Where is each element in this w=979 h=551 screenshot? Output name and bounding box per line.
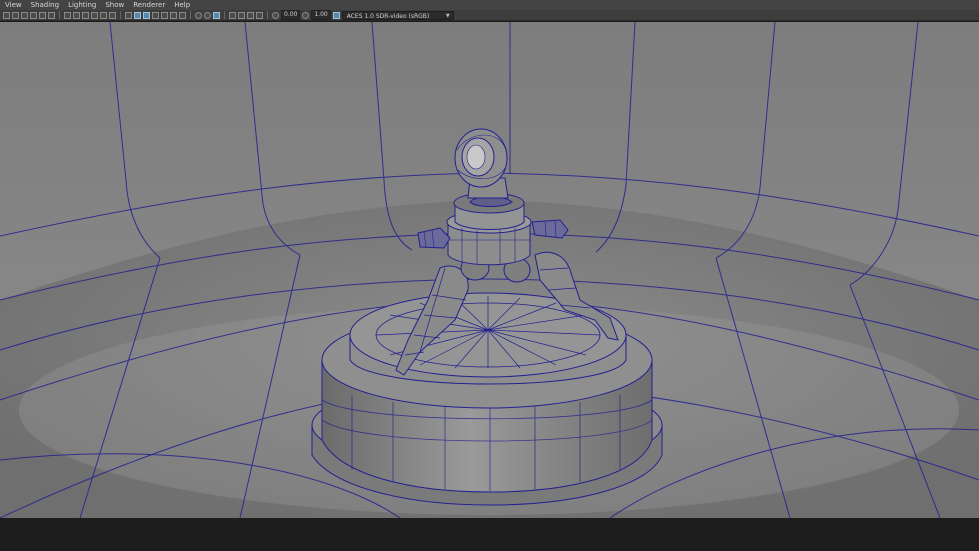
wireframe-icon[interactable]: [125, 11, 132, 19]
exposure-field[interactable]: 0.00: [281, 10, 301, 20]
isolate-icon[interactable]: [229, 11, 236, 19]
lighting-icon[interactable]: [161, 11, 168, 19]
menu-help[interactable]: Help: [169, 0, 194, 10]
color-space-dropdown[interactable]: ACES 1.0 SDR-video (sRGB) ▼: [341, 10, 454, 20]
field-chart-icon[interactable]: [100, 11, 107, 19]
camera-attributes-icon[interactable]: [12, 11, 19, 19]
toolbar-separator: [120, 11, 121, 19]
toolbar-separator: [190, 11, 191, 19]
ambient-occlusion-icon[interactable]: [179, 11, 186, 19]
grease-pencil-icon[interactable]: [48, 11, 55, 19]
chevron-down-icon: ▼: [445, 12, 450, 19]
viewport-menubar: View Shading Lighting Show Renderer Help: [0, 0, 979, 10]
exposure-icon[interactable]: [272, 11, 279, 19]
menu-renderer[interactable]: Renderer: [128, 0, 169, 10]
safe-action-icon[interactable]: [109, 11, 116, 19]
image-plane-icon[interactable]: [30, 11, 37, 19]
motion-blur-icon[interactable]: [195, 11, 202, 19]
gate-mask-icon[interactable]: [91, 11, 98, 19]
camera-select-icon[interactable]: [3, 11, 10, 19]
xray-icon[interactable]: [238, 11, 245, 19]
bookmark-icon[interactable]: [21, 11, 28, 19]
textured-icon[interactable]: [152, 11, 159, 19]
film-gate-icon[interactable]: [73, 11, 80, 19]
xray-joints-icon[interactable]: [247, 11, 254, 19]
toolbar-separator: [224, 11, 225, 19]
smooth-shade-icon[interactable]: [134, 11, 141, 19]
depth-of-field-icon[interactable]: [213, 11, 220, 19]
two-d-pan-icon[interactable]: [39, 11, 46, 19]
menu-view[interactable]: View: [0, 0, 26, 10]
3d-viewport[interactable]: [0, 22, 979, 518]
menu-shading[interactable]: Shading: [26, 0, 63, 10]
menu-show[interactable]: Show: [100, 0, 128, 10]
shadows-icon[interactable]: [170, 11, 177, 19]
color-management-icon[interactable]: [332, 11, 340, 19]
gamma-field[interactable]: 1.00: [311, 10, 331, 20]
gamma-icon[interactable]: [302, 11, 310, 19]
color-space-label: ACES 1.0 SDR-video (sRGB): [346, 12, 430, 20]
wireframe-on-shaded-icon[interactable]: [143, 11, 150, 19]
anti-aliasing-icon[interactable]: [204, 11, 211, 19]
letterbox-bottom: [0, 518, 979, 551]
backface-culling-icon[interactable]: [256, 11, 263, 19]
resolution-gate-icon[interactable]: [82, 11, 89, 19]
toolbar-separator: [267, 11, 268, 19]
viewport-canvas: [0, 22, 979, 518]
grid-icon[interactable]: [64, 11, 71, 19]
toolbar-separator: [59, 11, 60, 19]
viewport-toolbar: 0.00 1.00 ACES 1.0 SDR-video (sRGB) ▼: [0, 10, 979, 21]
menu-lighting[interactable]: Lighting: [63, 0, 100, 10]
